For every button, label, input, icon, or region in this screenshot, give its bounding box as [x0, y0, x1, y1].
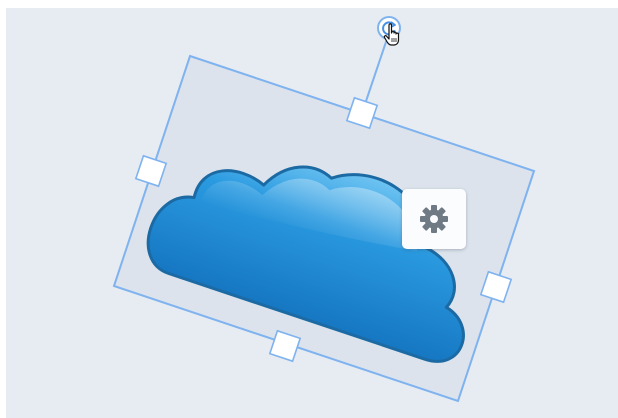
canvas-area — [0, 0, 618, 418]
rotate-icon[interactable] — [377, 16, 401, 40]
settings-button[interactable] — [402, 189, 466, 249]
gear-icon — [420, 205, 448, 233]
canvas-stage — [112, 16, 536, 403]
